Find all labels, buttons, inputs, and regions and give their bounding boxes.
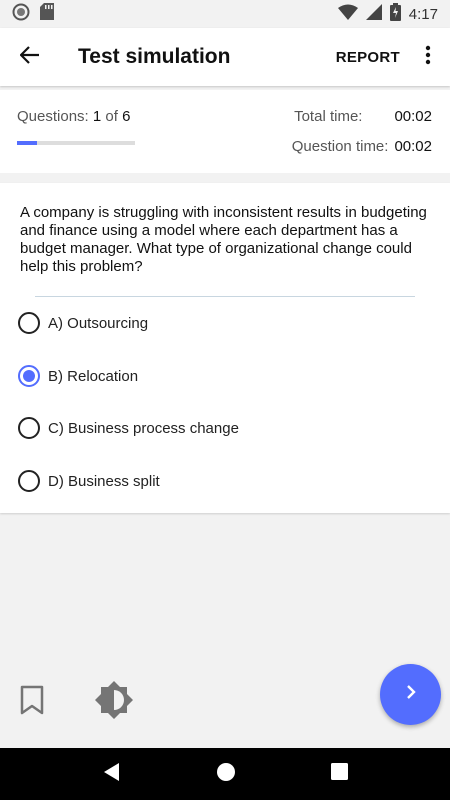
- status-time: 4:17: [408, 5, 438, 23]
- signal-icon: [365, 4, 382, 24]
- brightness-button[interactable]: [94, 680, 134, 725]
- back-button[interactable]: [0, 28, 60, 86]
- brightness-icon: [94, 681, 134, 724]
- progress-fill: [17, 141, 37, 145]
- divider: [35, 296, 415, 297]
- answer-label: C) Business process change: [48, 419, 239, 437]
- app-bar: Test simulation REPORT: [0, 28, 450, 86]
- battery-charging-icon: [389, 3, 401, 25]
- sd-card-icon: [40, 3, 54, 25]
- question-card: A company is struggling with inconsisten…: [0, 183, 450, 513]
- answer-label: D) Business split: [48, 472, 160, 490]
- radio-button[interactable]: [18, 470, 40, 492]
- total-time-value: 00:02: [394, 108, 432, 125]
- total-questions: 6: [122, 108, 131, 125]
- nav-home-icon: [216, 762, 236, 786]
- page-title: Test simulation: [78, 45, 231, 68]
- answer-option-a[interactable]: A) Outsourcing: [18, 303, 418, 343]
- radio-button-selected[interactable]: [18, 365, 40, 387]
- current-question: 1: [92, 108, 102, 125]
- radio-button[interactable]: [18, 417, 40, 439]
- bottom-toolbar: [20, 680, 134, 725]
- total-time-row: Total time: 00:02: [294, 108, 432, 125]
- circle-notification-icon: [12, 3, 30, 26]
- nav-back-icon: [103, 762, 121, 786]
- of-label: of: [105, 108, 118, 125]
- radio-button[interactable]: [18, 312, 40, 334]
- nav-home-button[interactable]: [216, 762, 236, 787]
- bookmark-icon: [20, 685, 44, 719]
- total-time-label: Total time:: [294, 108, 363, 125]
- next-chevron-icon: [405, 684, 417, 705]
- answer-option-c[interactable]: C) Business process change: [18, 408, 418, 448]
- question-counter: Questions: 1 of 6: [17, 108, 130, 125]
- answer-option-d[interactable]: D) Business split: [18, 461, 418, 501]
- question-text: A company is struggling with inconsisten…: [20, 204, 427, 275]
- report-button[interactable]: REPORT: [330, 39, 406, 76]
- more-options-button[interactable]: [406, 28, 450, 86]
- progress-bar: [17, 141, 135, 145]
- nav-back-button[interactable]: [103, 762, 121, 787]
- more-vert-icon: [425, 45, 431, 70]
- answer-label: B) Relocation: [48, 367, 139, 385]
- nav-recents-icon: [330, 763, 348, 784]
- status-bar: 4:17: [0, 0, 450, 28]
- next-question-button[interactable]: [380, 664, 441, 725]
- bookmark-button[interactable]: [20, 685, 44, 720]
- question-time-label: Question time:: [291, 138, 389, 155]
- questions-label: Questions:: [17, 108, 89, 125]
- wifi-icon: [337, 4, 358, 24]
- test-info-card: Questions: 1 of 6 Total time: 00:02 Ques…: [0, 90, 450, 173]
- question-time-row: Question time: 00:02: [292, 138, 432, 155]
- nav-recents-button[interactable]: [330, 763, 348, 785]
- answer-option-b[interactable]: B) Relocation: [18, 356, 418, 396]
- system-nav-bar: [0, 748, 450, 800]
- back-arrow-icon: [19, 45, 40, 69]
- answer-label: A) Outsourcing: [48, 314, 149, 332]
- question-time-value: 00:02: [394, 138, 432, 155]
